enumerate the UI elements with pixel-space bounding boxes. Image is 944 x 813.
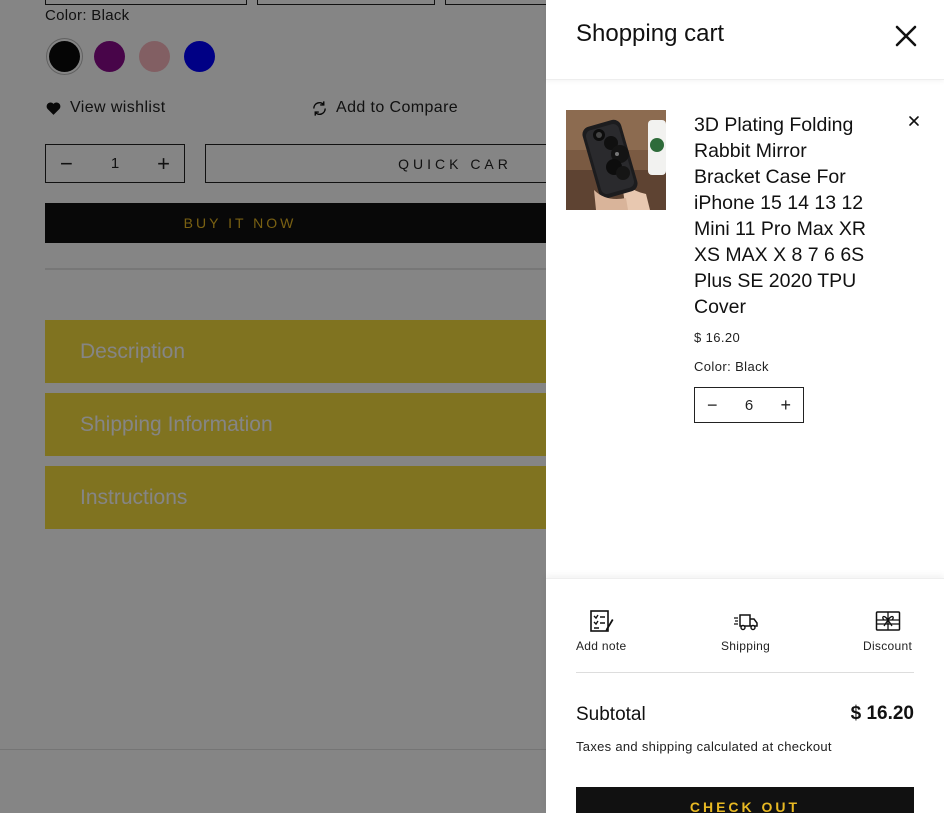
cart-item-image[interactable] <box>566 110 666 210</box>
cart-header: Shopping cart <box>546 0 944 80</box>
cart-title: Shopping cart <box>576 20 725 47</box>
cart-item-name[interactable]: 3D Plating Folding Rabbit Mirror Bracket… <box>694 112 869 320</box>
remove-item-icon[interactable] <box>907 114 921 128</box>
discount-button[interactable]: Discount <box>863 609 912 653</box>
cart-quantity-stepper[interactable]: − 6 + <box>694 387 804 423</box>
add-note-label: Add note <box>576 639 627 653</box>
shipping-label: Shipping <box>721 639 771 653</box>
checkout-label: CHECK OUT <box>689 799 801 813</box>
minus-icon[interactable]: − <box>707 396 718 414</box>
cart-footer: Add note Shipping Discount Subtotal $ 16… <box>546 578 944 813</box>
subtotal-label: Subtotal <box>576 704 646 725</box>
plus-icon[interactable]: + <box>780 396 791 414</box>
checkout-button[interactable]: CHECK OUT <box>576 787 914 813</box>
add-note-button[interactable]: Add note <box>576 609 626 653</box>
subtotal-value: $ 16.20 <box>850 703 914 724</box>
cart-drawer: Shopping cart 3D Plating Folding Rabbit … <box>546 0 944 813</box>
cart-quantity-value[interactable]: 6 <box>745 397 753 414</box>
gift-card-icon <box>875 611 900 631</box>
cart-item-variant: Color: Black <box>694 359 769 374</box>
discount-label: Discount <box>863 639 913 653</box>
tax-note: Taxes and shipping calculated at checkou… <box>576 739 832 754</box>
truck-icon <box>733 614 758 631</box>
footer-separator <box>576 672 914 673</box>
close-icon[interactable] <box>894 24 918 48</box>
note-icon <box>590 610 614 632</box>
cart-item-price: $ 16.20 <box>694 330 741 345</box>
phone-case-image <box>566 110 666 210</box>
shipping-button[interactable]: Shipping <box>721 609 770 653</box>
